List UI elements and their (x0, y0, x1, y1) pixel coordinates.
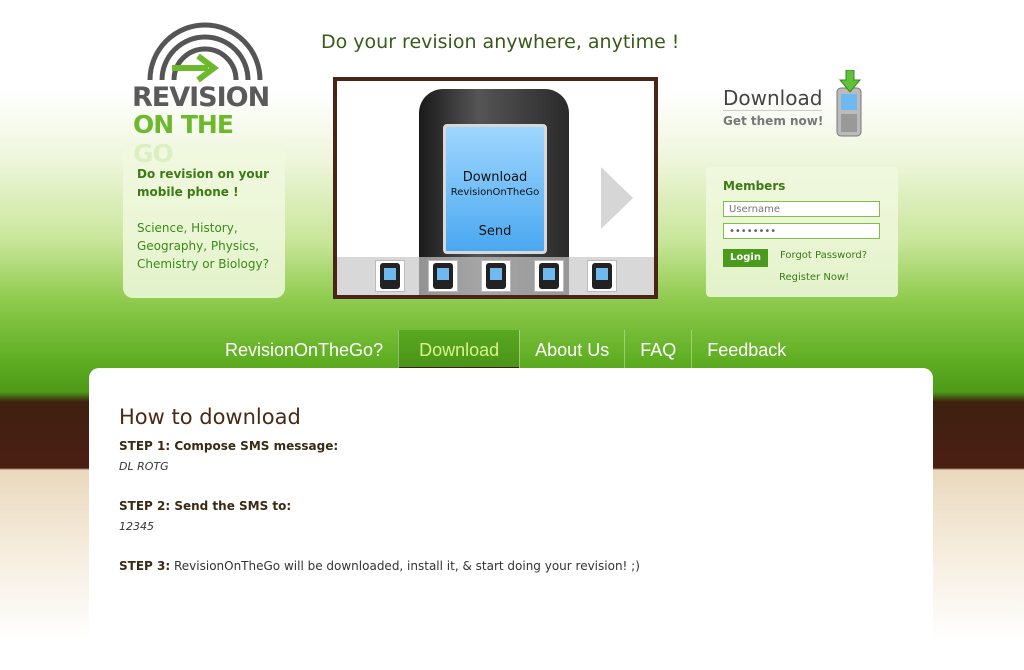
nav-item-download[interactable]: Download (398, 330, 520, 370)
promo-subjects: Science, History, Geography, Physics, Ch… (137, 221, 269, 271)
nav-item-revisiononthego[interactable]: RevisionOnTheGo? (210, 330, 398, 370)
screen-line2: RevisionOnTheGo (450, 187, 540, 198)
thumbnail-4[interactable] (534, 260, 564, 292)
promo-box: Do revision on your mobile phone ! Scien… (123, 143, 285, 298)
thumbnail-5[interactable] (587, 260, 617, 292)
forgot-password-link[interactable]: Forgot Password? (780, 250, 867, 261)
page-title: How to download (119, 405, 301, 429)
username-input[interactable] (723, 201, 880, 217)
screen-action: Send (478, 224, 512, 239)
phone-download-icon[interactable] (834, 70, 866, 138)
thumbnail-1[interactable] (375, 260, 405, 292)
step1-value: DL ROTG (119, 460, 169, 473)
next-slide-arrow-icon[interactable] (601, 167, 633, 229)
screen-line1: Download (462, 170, 528, 185)
step1-label-text: STEP 1: Compose SMS message: (119, 439, 339, 453)
members-login-box: Members Login Forgot Password? Register … (706, 167, 898, 297)
step3-text: RevisionOnTheGo will be downloaded, inst… (173, 559, 640, 573)
thumbnail-2[interactable] (428, 260, 458, 292)
thumbnail-strip (337, 257, 654, 295)
phone-showcase: Download RevisionOnTheGo Send (333, 77, 658, 299)
logo-text-line1: REVISION (132, 82, 270, 113)
download-promo-subtitle[interactable]: Get them now! (723, 114, 823, 128)
members-heading: Members (723, 179, 786, 193)
password-input[interactable] (723, 223, 880, 239)
step2-value: 12345 (119, 520, 154, 533)
main-nav: RevisionOnTheGo? Download About Us FAQ F… (210, 330, 801, 370)
step3-label: STEP 3: (119, 559, 171, 573)
step1-label: STEP 1: Compose SMS message: (119, 439, 338, 453)
nav-item-faq[interactable]: FAQ (624, 330, 691, 370)
login-button[interactable]: Login (723, 249, 768, 267)
nav-item-feedback[interactable]: Feedback (691, 330, 801, 370)
register-link[interactable]: Register Now! (779, 272, 849, 283)
step3: STEP 3: RevisionOnTheGo will be download… (119, 559, 640, 573)
download-promo-title[interactable]: Download (723, 86, 823, 111)
promo-headline: Do revision on your mobile phone ! (137, 167, 270, 199)
logo-arc-icon (147, 22, 263, 83)
step2-label: STEP 2: Send the SMS to: (119, 499, 291, 513)
nav-item-about-us[interactable]: About Us (519, 330, 624, 370)
step2-label-text: STEP 2: Send the SMS to: (119, 499, 292, 513)
phone-screen: Download RevisionOnTheGo Send (443, 124, 547, 254)
content-panel: How to download STEP 1: Compose SMS mess… (89, 368, 933, 670)
thumbnail-3[interactable] (481, 260, 511, 292)
site-logo[interactable]: REVISION ON THE GO (128, 20, 278, 168)
tagline: Do your revision anywhere, anytime ! (321, 31, 680, 53)
